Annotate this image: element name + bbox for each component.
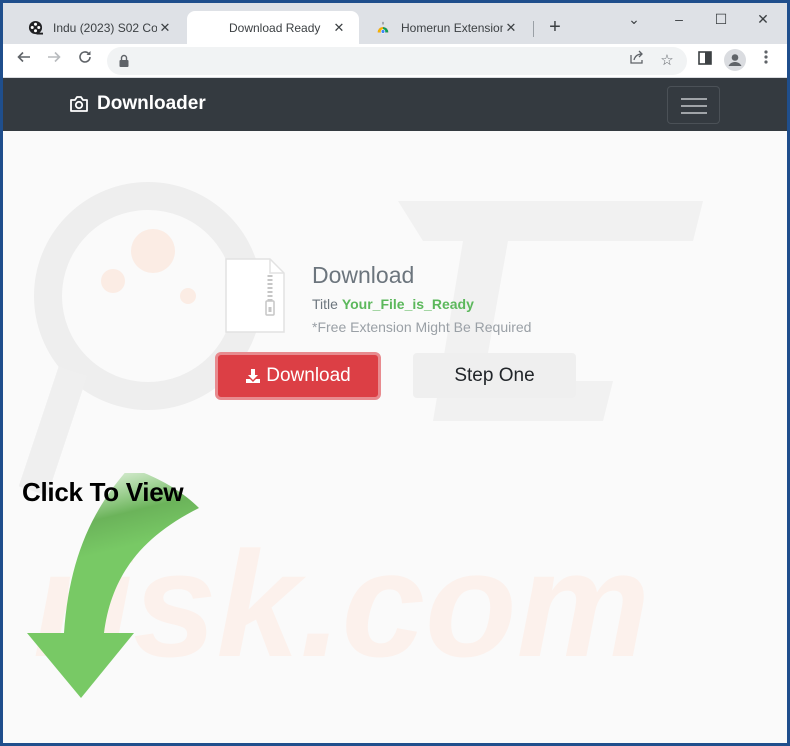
file-name: Your_File_is_Ready	[341, 296, 474, 312]
tab-download-ready[interactable]: Download Ready ✕	[187, 11, 359, 44]
download-button-label: Download	[266, 365, 351, 386]
tab-title: Homerun Extension - C	[401, 20, 503, 35]
close-tab-icon[interactable]: ✕	[331, 20, 347, 36]
close-tab-icon[interactable]: ✕	[503, 20, 519, 36]
hamburger-line	[681, 112, 707, 114]
download-icon	[246, 369, 261, 383]
download-button[interactable]: Download	[215, 352, 381, 400]
tab-homerun[interactable]: Homerun Extension - C ✕	[359, 11, 531, 44]
maximize-button[interactable]: ☐	[706, 7, 736, 31]
extension-note: *Free Extension Might Be Required	[312, 319, 532, 335]
download-card: Download Title Your_File_is_Ready *Free …	[213, 256, 593, 406]
arrow-left-icon	[17, 51, 30, 63]
tab-title: Indu (2023) S02 Compl	[53, 20, 157, 35]
click-to-view-text: Click To View	[22, 477, 184, 507]
bookmark-star-icon[interactable]: ☆	[655, 49, 679, 73]
click-to-view-banner[interactable]: Click To View	[19, 473, 279, 743]
tab-search-button[interactable]: ⌄	[619, 7, 649, 31]
close-tab-icon[interactable]: ✕	[157, 20, 173, 36]
new-tab-button[interactable]: +	[543, 15, 567, 39]
title-label: Title	[312, 296, 338, 312]
reload-button[interactable]	[73, 49, 97, 73]
web-page: Downloader risk.com Download Title Your_…	[3, 78, 787, 743]
curved-arrow-icon	[27, 473, 199, 698]
site-navbar: Downloader	[3, 78, 787, 131]
zip-file-icon	[225, 258, 285, 333]
chrome-logo-icon	[375, 20, 391, 36]
navbar-toggler-button[interactable]	[667, 86, 720, 124]
back-button[interactable]	[12, 49, 36, 73]
arrow-right-icon	[48, 51, 61, 63]
download-heading: Download	[312, 262, 415, 288]
hamburger-icon	[681, 98, 707, 100]
camera-icon	[70, 96, 88, 112]
step-one-button[interactable]: Step One	[413, 353, 576, 398]
blank-page-icon	[203, 20, 219, 36]
tab-separator	[533, 21, 534, 37]
tab-title: Download Ready	[229, 20, 321, 35]
lock-icon	[119, 54, 129, 67]
site-brand[interactable]: Downloader	[69, 93, 206, 115]
close-window-button[interactable]: ✕	[748, 7, 778, 31]
share-icon[interactable]	[625, 49, 649, 73]
profile-avatar-icon[interactable]	[723, 49, 747, 73]
film-reel-icon	[27, 20, 43, 36]
url-input[interactable]	[139, 51, 619, 71]
tab-strip: Indu (2023) S02 Compl ✕ Download Ready ✕…	[3, 3, 787, 44]
minimize-button[interactable]: –	[664, 7, 694, 31]
side-panel-icon[interactable]	[693, 49, 717, 73]
brand-name: Downloader	[97, 93, 206, 114]
hamburger-line	[681, 105, 707, 107]
kebab-menu-icon[interactable]	[754, 49, 778, 73]
address-bar[interactable]	[107, 47, 687, 75]
browser-toolbar: ☆	[3, 44, 787, 78]
reload-icon	[79, 51, 91, 63]
file-title-line: Title Your_File_is_Ready	[312, 296, 474, 312]
forward-button[interactable]	[42, 49, 66, 73]
tab-indu[interactable]: Indu (2023) S02 Compl ✕	[11, 11, 185, 44]
browser-window: Indu (2023) S02 Compl ✕ Download Ready ✕…	[3, 3, 787, 743]
